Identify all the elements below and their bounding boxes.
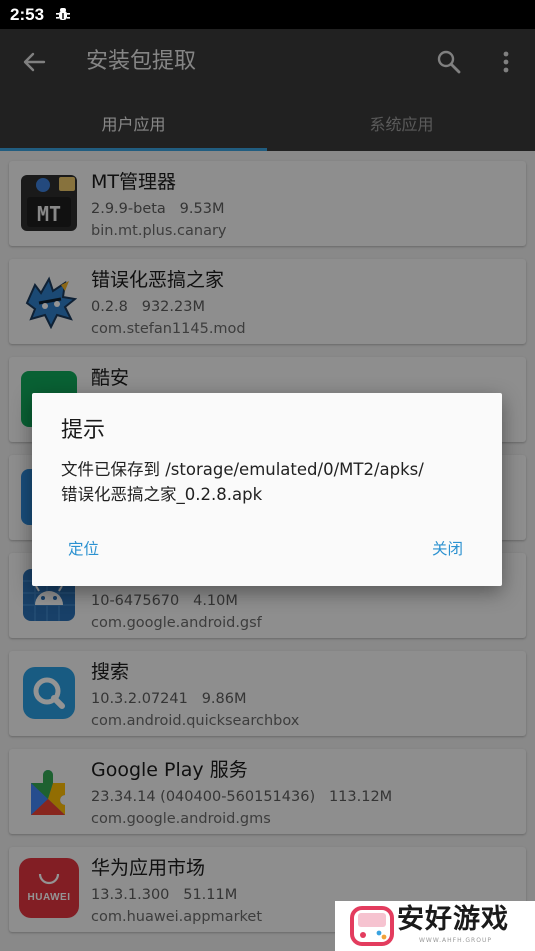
watermark-subtext: WWW.AHFH.GROUP <box>419 937 492 944</box>
save-dialog: 提示 文件已保存到 /storage/emulated/0/MT2/apks/ … <box>32 393 502 586</box>
locate-button[interactable]: 定位 <box>68 537 99 561</box>
dialog-message-line: 文件已保存到 /storage/emulated/0/MT2/apks/ <box>61 460 424 479</box>
dialog-message: 文件已保存到 /storage/emulated/0/MT2/apks/ 错误化… <box>61 457 481 507</box>
bug-icon <box>50 5 71 24</box>
dialog-title: 提示 <box>61 418 106 443</box>
watermark-text: 安好游戏 <box>397 904 509 935</box>
close-button[interactable]: 关闭 <box>432 537 463 561</box>
gamepad-logo-icon <box>349 905 395 947</box>
status-time: 2:53 <box>10 5 45 24</box>
dialog-message-line: 错误化恶搞之家_0.2.8.apk <box>61 485 263 504</box>
status-bar: 2:53 <box>0 0 535 29</box>
watermark: 安好游戏 WWW.AHFH.GROUP <box>335 901 535 951</box>
